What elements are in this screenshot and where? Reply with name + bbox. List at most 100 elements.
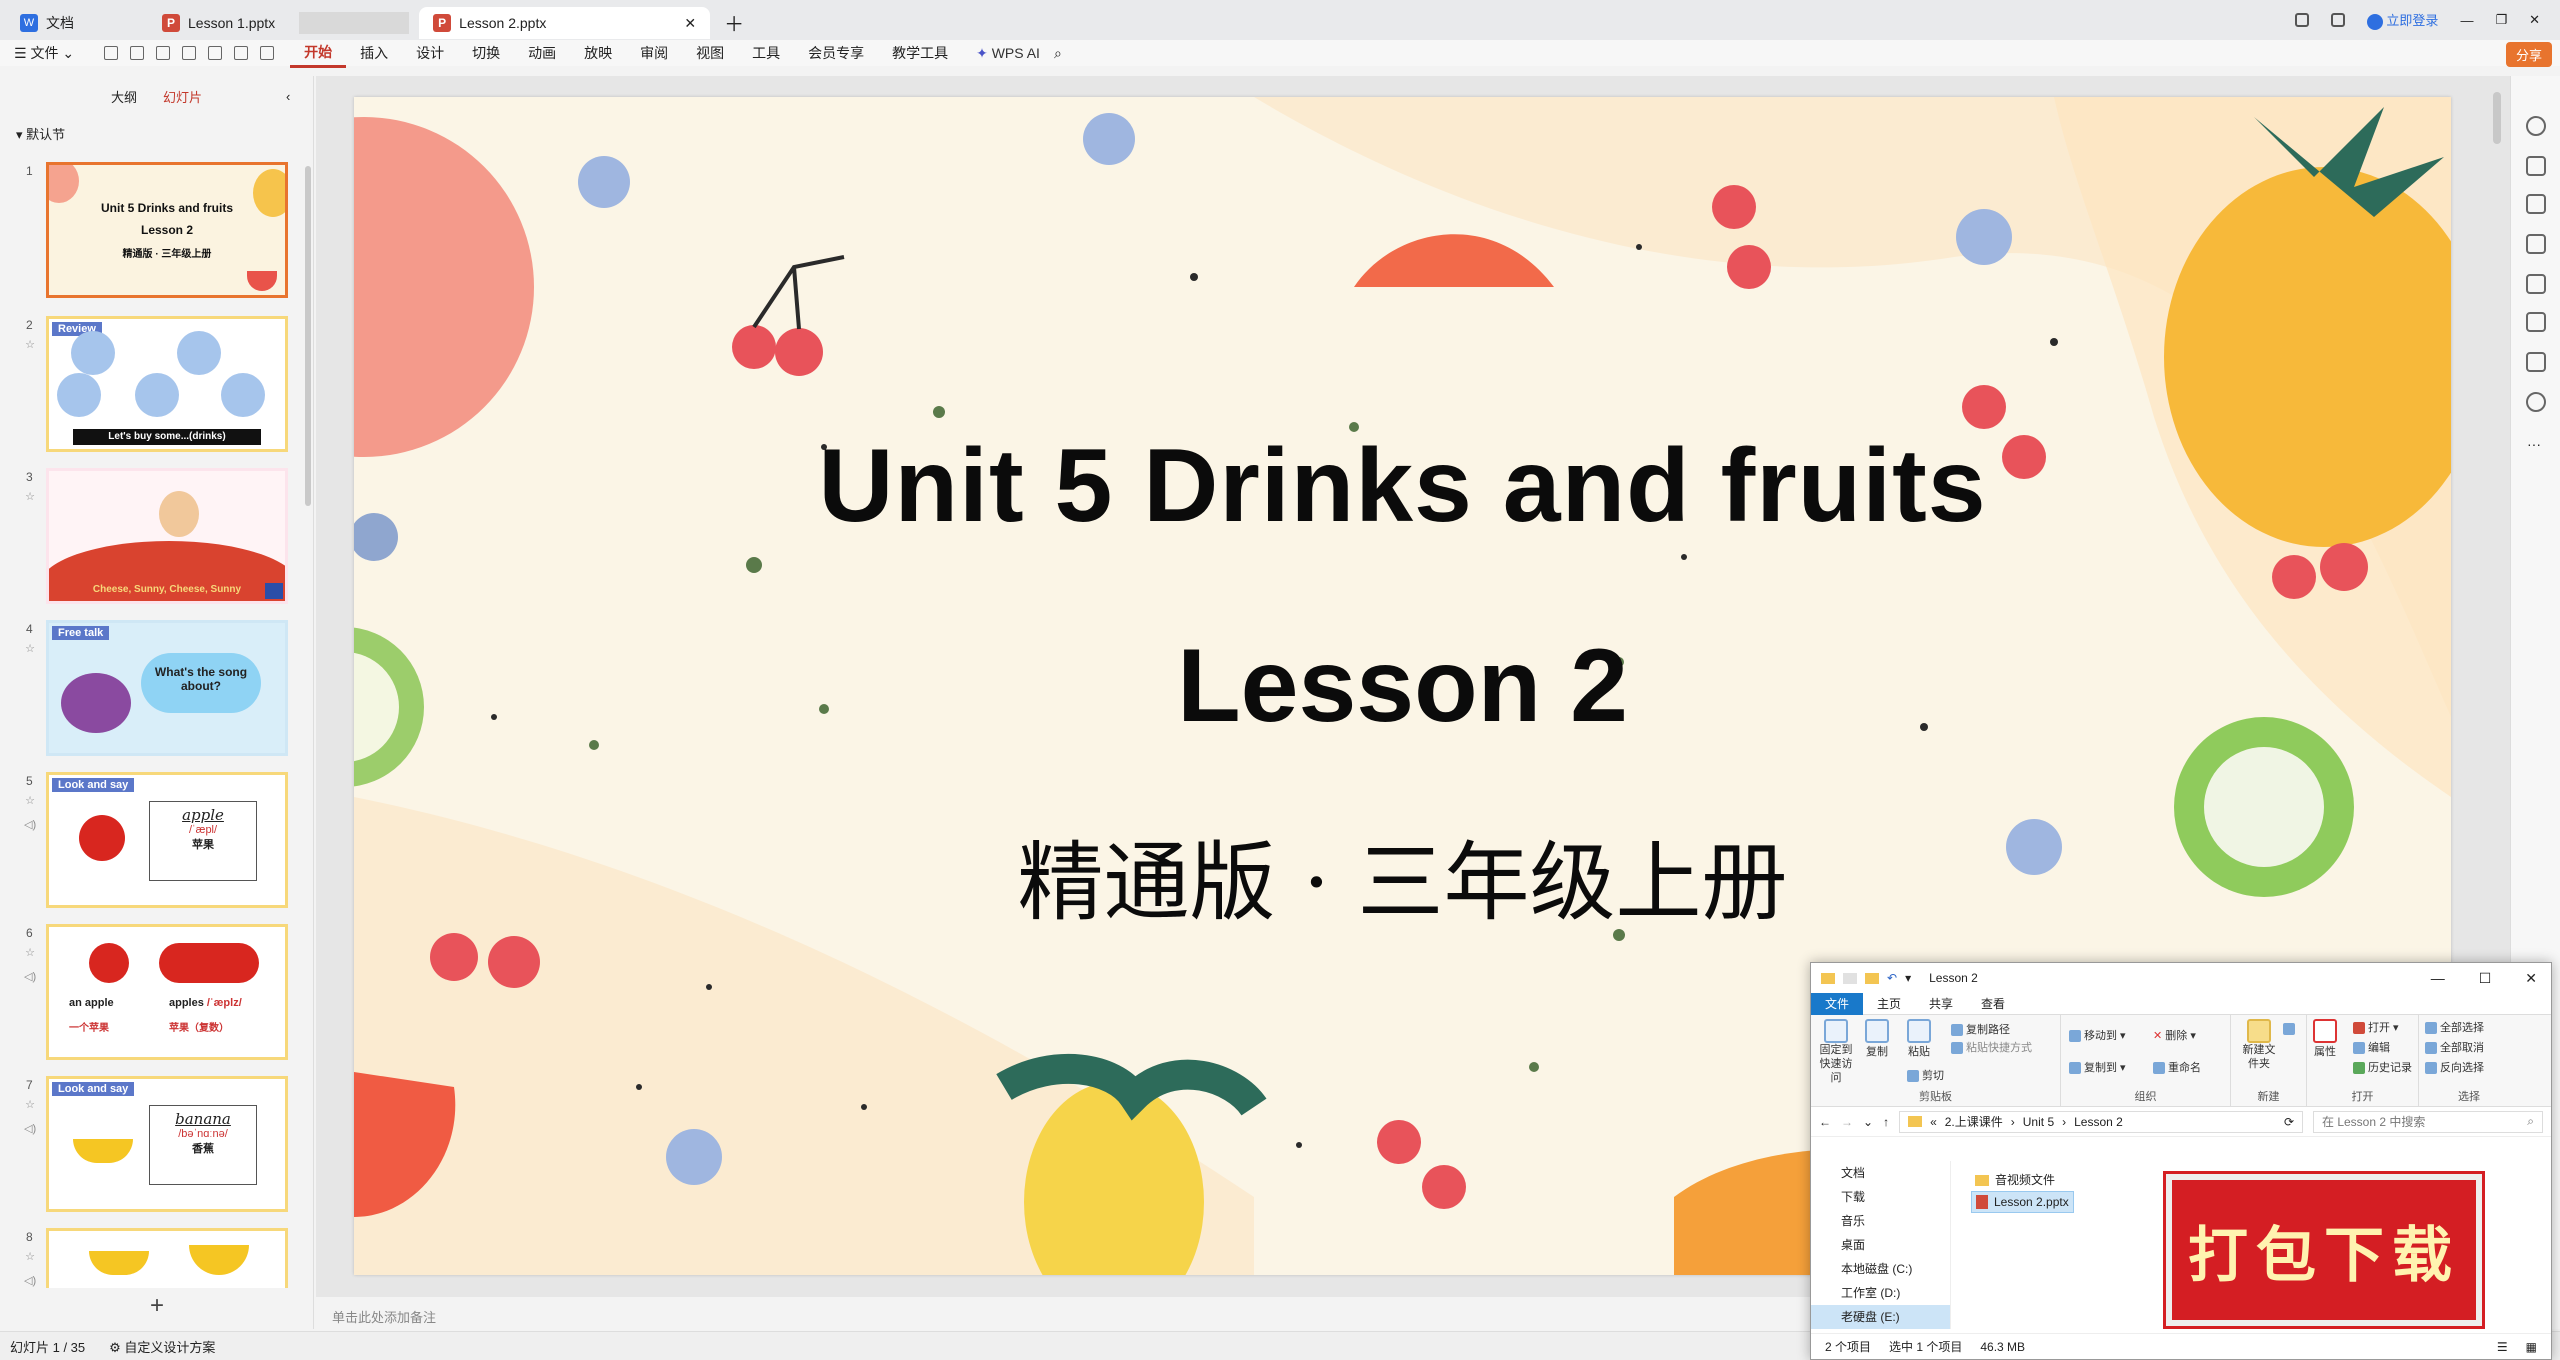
print-icon[interactable] [156, 46, 171, 60]
select-none-button[interactable]: 全部取消 [2425, 1039, 2484, 1055]
slide-thumb-6[interactable]: 6 ☆ ◁) an apple 一个苹果 apples /ˈæplz/ 苹果（复… [0, 924, 300, 1064]
tab-lesson2[interactable]: P Lesson 2.pptx ✕ [419, 7, 711, 39]
nav-documents[interactable]: 文档 [1811, 1161, 1950, 1185]
menu-home[interactable]: 开始 [290, 39, 347, 68]
path-segment[interactable]: Unit 5 [2023, 1115, 2054, 1129]
format-painter-icon[interactable] [260, 46, 275, 60]
tab-outline[interactable]: 大纲 [111, 87, 137, 106]
details-view-icon[interactable]: ☰ [2497, 1340, 2508, 1354]
tab-lesson1[interactable]: P Lesson 1.pptx [148, 7, 289, 39]
slide-thumb-2[interactable]: 2 ☆ Review Let's buy some...(drinks) [0, 316, 300, 456]
slide-thumb-7[interactable]: 7 ☆ ◁) Look and say banana /bəˈnɑːnə/ 香蕉 [0, 1076, 300, 1216]
menu-design[interactable]: 设计 [402, 40, 458, 66]
paste-shortcut-button[interactable]: 粘贴快捷方式 [1951, 1039, 2032, 1055]
login-button[interactable]: 立即登录 [2366, 10, 2438, 30]
add-slide-button[interactable]: + [150, 1292, 164, 1320]
dropdown-icon[interactable]: ▾ [1905, 971, 1911, 985]
path-segment[interactable]: 2.上课课件 [1945, 1113, 2003, 1130]
back-icon[interactable]: ← [1819, 1115, 1831, 1129]
copy-path-button[interactable]: 复制路径 [1951, 1021, 2010, 1037]
save-icon[interactable] [104, 46, 119, 60]
minimize-icon[interactable]: — [2460, 13, 2473, 28]
recent-icon[interactable]: ⌄ [1863, 1115, 1873, 1129]
help-icon[interactable] [2526, 392, 2546, 412]
close-window-icon[interactable]: ✕ [2525, 970, 2537, 987]
cut-button[interactable]: 剪切 [1907, 1067, 1944, 1083]
shape-tool-icon[interactable] [2526, 352, 2546, 372]
restore-icon[interactable]: ❐ [2495, 12, 2507, 28]
file-menu[interactable]: ☰ 文件 ⌄ [0, 40, 88, 66]
nav-downloads[interactable]: 下载 [1811, 1185, 1950, 1209]
path-segment[interactable]: Lesson 2 [2074, 1115, 2123, 1129]
slide-thumb-8[interactable]: 8 ☆ ◁) [0, 1228, 300, 1288]
window-icon[interactable] [2294, 13, 2309, 27]
properties-icon[interactable] [1843, 972, 1857, 984]
invert-selection-button[interactable]: 反向选择 [2425, 1059, 2484, 1075]
slide-thumb-5[interactable]: 5 ☆ ◁) Look and say apple /ˈæpl/ 苹果 [0, 772, 300, 912]
download-package-badge[interactable]: 打包下载 [2166, 1174, 2482, 1326]
paste-button[interactable]: 粘贴 [1907, 1019, 1931, 1059]
file-item-folder[interactable]: 音视频文件 [1971, 1169, 2074, 1191]
up-icon[interactable]: ↑ [1883, 1115, 1889, 1129]
menu-wps-ai[interactable]: ✦ WPS AI [962, 40, 1054, 66]
address-bar[interactable]: « 2.上课课件 › Unit 5 › Lesson 2 ⟳ [1899, 1110, 2303, 1133]
search-box[interactable]: 在 Lesson 2 中搜索 ⌕ [2313, 1110, 2543, 1133]
image-tool-icon[interactable] [2526, 234, 2546, 254]
close-window-icon[interactable]: ✕ [2529, 12, 2540, 28]
pin-quick-access-button[interactable]: 固定到快速访问 [1817, 1019, 1855, 1085]
magic-tool-icon[interactable] [2526, 274, 2546, 294]
slide-subtitle[interactable]: 精通版 · 三年级上册 [354, 812, 2451, 937]
nav-music[interactable]: 音乐 [1811, 1209, 1950, 1233]
nav-drive-d[interactable]: 工作室 (D:) [1811, 1281, 1950, 1305]
select-all-button[interactable]: 全部选择 [2425, 1019, 2484, 1035]
preview-icon[interactable] [182, 46, 197, 60]
minimize-icon[interactable]: — [2431, 970, 2445, 987]
slide-title[interactable]: Unit 5 Drinks and fruits [354, 427, 2451, 546]
menu-tools[interactable]: 工具 [738, 40, 794, 66]
ribbon-tab-file[interactable]: 文件 [1811, 992, 1864, 1015]
layout-tool-icon[interactable] [2526, 312, 2546, 332]
new-folder-button[interactable]: 新建文件夹 [2239, 1019, 2279, 1071]
edit-button[interactable]: 编辑 [2353, 1039, 2390, 1055]
copy-to-button[interactable]: 复制到 ▾ [2069, 1059, 2126, 1075]
more-icon[interactable]: ··· [2527, 436, 2541, 452]
nav-drive-c[interactable]: 本地磁盘 (C:) [1811, 1257, 1950, 1281]
menu-teaching[interactable]: 教学工具 [878, 40, 962, 66]
ribbon-tab-share[interactable]: 共享 [1915, 993, 1967, 1015]
undo-icon[interactable] [208, 46, 223, 60]
panel-scrollbar[interactable] [305, 166, 311, 506]
new-tab-icon[interactable]: ＋ [724, 8, 744, 37]
new-item-icon[interactable] [2283, 1023, 2295, 1035]
close-icon[interactable]: ✕ [684, 15, 696, 32]
slide-thumb-1[interactable]: 1 Unit 5 Drinks and fruits Lesson 2 精通版 … [0, 162, 300, 302]
section-header[interactable]: ▾ 默认节 [0, 116, 313, 151]
refresh-icon[interactable]: ⟳ [2284, 1115, 2294, 1129]
forward-icon[interactable]: → [1841, 1115, 1853, 1129]
tiles-view-icon[interactable]: ▦ [2526, 1340, 2551, 1354]
notes-area[interactable]: 单击此处添加备注 [316, 1297, 1816, 1329]
menu-animation[interactable]: 动画 [514, 40, 570, 66]
undo-icon[interactable]: ↶ [1887, 971, 1897, 985]
new-folder-icon[interactable] [1865, 972, 1879, 984]
properties-button[interactable]: 属性 [2313, 1019, 2337, 1059]
open-button[interactable]: 打开 ▾ [2353, 1019, 2399, 1035]
menu-review[interactable]: 审阅 [626, 40, 682, 66]
tab-slides[interactable]: 幻灯片 [163, 87, 202, 106]
editor-scrollbar[interactable] [2493, 92, 2501, 144]
ribbon-tab-view[interactable]: 查看 [1967, 993, 2019, 1015]
ribbon-tab-home[interactable]: 主页 [1863, 993, 1915, 1015]
play-icon[interactable] [265, 583, 283, 599]
file-item-pptx[interactable]: Lesson 2.pptx [1971, 1191, 2074, 1213]
menu-member[interactable]: 会员专享 [794, 40, 878, 66]
star-tool-icon[interactable] [2526, 156, 2546, 176]
design-scheme[interactable]: ⚙ 自定义设计方案 [109, 1337, 215, 1356]
search-icon[interactable]: ⌕ [1054, 45, 1062, 62]
rename-button[interactable]: 重命名 [2153, 1059, 2201, 1075]
nav-drive-e[interactable]: 老硬盘 (E:) [1811, 1305, 1950, 1329]
menu-transition[interactable]: 切换 [458, 40, 514, 66]
slide-thumb-4[interactable]: 4 ☆ Free talk What's the song about? [0, 620, 300, 760]
slide-thumb-3[interactable]: 3 ☆ Cheese, Sunny, Cheese, Sunny [0, 468, 300, 608]
nav-desktop[interactable]: 桌面 [1811, 1233, 1950, 1257]
delete-button[interactable]: ✕ 删除 ▾ [2153, 1027, 2196, 1043]
share-button[interactable]: 分享 [2505, 42, 2552, 67]
